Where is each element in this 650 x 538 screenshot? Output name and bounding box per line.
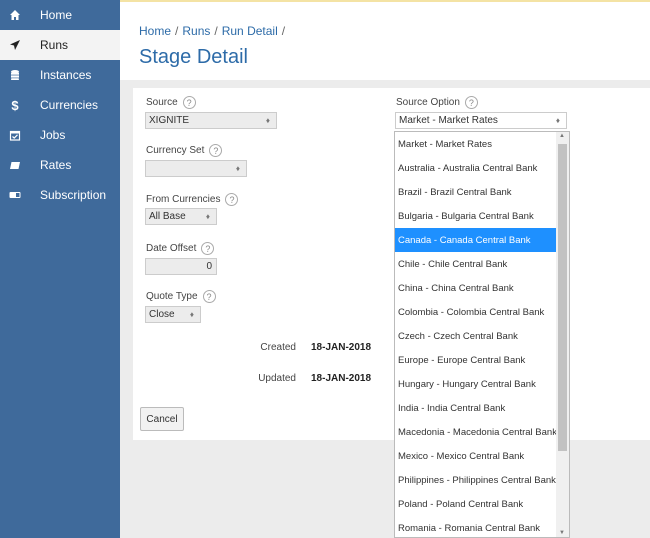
updated-label: Updated [258, 373, 296, 384]
scroll-down-icon[interactable]: ▼ [559, 530, 565, 536]
page-header: Home / Runs / Run Detail / Stage Detail [120, 2, 650, 80]
currency-set-label: Currency Set ? [146, 144, 223, 157]
sort-caret-icon: ♦ [555, 116, 560, 125]
toggle-icon [4, 189, 26, 201]
dropdown-scrollbar[interactable]: ▲ ▼ [556, 132, 569, 537]
from-currencies-select-value: All Base [149, 211, 186, 222]
sort-caret-icon: ♦ [189, 310, 194, 319]
home-icon [4, 9, 26, 21]
sidebar-item-label: Subscription [40, 188, 107, 202]
help-icon[interactable]: ? [201, 242, 215, 255]
sidebar-item-jobs[interactable]: Jobs [0, 120, 120, 150]
currency-set-select[interactable]: ♦ [145, 160, 247, 177]
dropdown-option[interactable]: Bulgaria - Bulgaria Central Bank [395, 204, 569, 228]
dropdown-option[interactable]: Mexico - Mexico Central Bank [395, 444, 569, 468]
main-content: Home / Runs / Run Detail / Stage Detail Sourc… [120, 0, 650, 538]
card-icon [4, 159, 26, 171]
sidebar-item-label: Home [40, 8, 73, 22]
breadcrumb: Home / Runs / Run Detail / [139, 24, 289, 38]
dropdown-option[interactable]: Market - Market Rates [395, 132, 569, 156]
dropdown-option[interactable]: Macedonia - Macedonia Central Bank [395, 420, 569, 444]
source-option-dropdown-list[interactable]: Market - Market Rates Australia - Austral… [394, 131, 570, 538]
dropdown-option[interactable]: Australia - Australia Central Bank [395, 156, 569, 180]
breadcrumb-separator: / [175, 24, 179, 38]
dropdown-option[interactable]: Chile - Chile Central Bank [395, 252, 569, 276]
created-value: 18-JAN-2018 13:17: [311, 342, 373, 353]
dropdown-option[interactable]: India - India Central Bank [395, 396, 569, 420]
cancel-button[interactable]: Cancel [140, 407, 184, 431]
quote-type-label-text: Quote Type [146, 291, 198, 302]
help-icon[interactable]: ? [182, 96, 196, 109]
stage-form-card: Source ? XIGNITE ♦ Currency Set ? ♦ From… [133, 88, 650, 440]
sidebar-item-instances[interactable]: Instances [0, 60, 120, 90]
sidebar-item-subscription[interactable]: Subscription [0, 180, 120, 210]
scrollbar-thumb[interactable] [558, 144, 567, 451]
source-option-select[interactable]: Market - Market Rates ♦ [395, 112, 567, 129]
date-offset-label-text: Date Offset [146, 243, 197, 254]
dropdown-option[interactable]: Philippines - Philippines Central Bank [395, 468, 569, 492]
dropdown-option[interactable]: Hungary - Hungary Central Bank [395, 372, 569, 396]
sort-caret-icon: ♦ [235, 164, 240, 173]
quote-type-select-value: Close [149, 309, 175, 320]
dropdown-option[interactable]: Canada - Canada Central Bank [395, 228, 569, 252]
scroll-up-icon[interactable]: ▲ [559, 133, 565, 139]
help-icon[interactable]: ? [464, 96, 478, 109]
sidebar-item-rates[interactable]: Rates [0, 150, 120, 180]
source-option-select-value: Market - Market Rates [399, 115, 498, 126]
dropdown-option[interactable]: China - China Central Bank [395, 276, 569, 300]
dropdown-option[interactable]: Europe - Europe Central Bank [395, 348, 569, 372]
from-currencies-label: From Currencies ? [146, 193, 239, 206]
database-icon [4, 69, 26, 81]
dropdown-options: Market - Market Rates Australia - Austral… [395, 132, 569, 537]
dropdown-option[interactable]: Colombia - Colombia Central Bank [395, 300, 569, 324]
plane-icon [4, 39, 26, 51]
sidebar-item-home[interactable]: Home [0, 0, 120, 30]
from-currencies-label-text: From Currencies [146, 194, 221, 205]
currency-set-label-text: Currency Set [146, 145, 205, 156]
created-label: Created [260, 342, 296, 353]
quote-type-label: Quote Type ? [146, 290, 216, 303]
quote-type-select[interactable]: Close ♦ [145, 306, 201, 323]
from-currencies-select[interactable]: All Base ♦ [145, 208, 217, 225]
breadcrumb-separator: / [281, 24, 286, 38]
dropdown-option[interactable]: Poland - Poland Central Bank [395, 492, 569, 516]
sort-caret-icon: ♦ [205, 212, 210, 221]
help-icon[interactable]: ? [209, 144, 223, 157]
sidebar: Home Runs Instances $ Currencies Jobs Ra… [0, 0, 120, 538]
dollar-icon: $ [11, 97, 19, 113]
dropdown-option[interactable]: Czech - Czech Central Bank [395, 324, 569, 348]
sidebar-item-label: Rates [40, 158, 72, 172]
date-offset-input[interactable]: 0 [145, 258, 217, 275]
help-icon[interactable]: ? [225, 193, 239, 206]
source-select-value: XIGNITE [149, 115, 190, 126]
page-title: Stage Detail [139, 46, 248, 68]
help-icon[interactable]: ? [202, 290, 216, 303]
date-offset-label: Date Offset ? [146, 242, 215, 255]
source-label: Source ? [146, 96, 196, 109]
breadcrumb-run-detail[interactable]: Run Detail [222, 24, 278, 38]
source-option-label: Source Option ? [396, 96, 478, 109]
sort-caret-icon: ♦ [265, 116, 270, 125]
source-select[interactable]: XIGNITE ♦ [145, 112, 277, 129]
source-option-label-text: Source Option [396, 97, 460, 108]
updated-value: 18-JAN-2018 13:17: [311, 373, 373, 384]
sidebar-item-label: Jobs [40, 128, 66, 142]
breadcrumb-home[interactable]: Home [139, 24, 171, 38]
sidebar-item-runs[interactable]: Runs [0, 30, 120, 60]
sidebar-item-label: Currencies [40, 98, 99, 112]
sidebar-item-label: Runs [40, 38, 69, 52]
source-label-text: Source [146, 97, 178, 108]
breadcrumb-separator: / [214, 24, 218, 38]
dropdown-option[interactable]: Romania - Romania Central Bank [395, 516, 569, 537]
sidebar-item-label: Instances [40, 68, 92, 82]
dropdown-option[interactable]: Brazil - Brazil Central Bank [395, 180, 569, 204]
breadcrumb-runs[interactable]: Runs [182, 24, 210, 38]
sidebar-item-currencies[interactable]: $ Currencies [0, 90, 120, 120]
footer-area [120, 440, 650, 538]
calendar-icon [4, 129, 26, 141]
